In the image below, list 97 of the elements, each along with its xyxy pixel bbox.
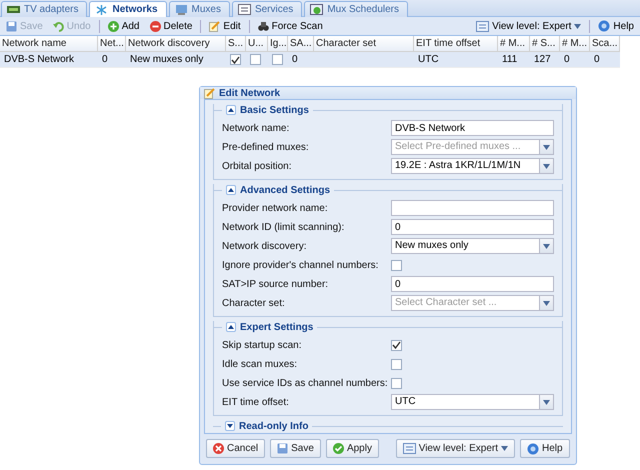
table-cell: 0 [98,52,126,68]
column-header[interactable]: # M... [498,36,530,52]
checkbox[interactable] [230,54,241,65]
column-header[interactable]: Network name [0,36,98,52]
field-label: Network ID (limit scanning): [222,222,344,232]
combo-box[interactable]: New muxes only [391,238,554,254]
view-level-button[interactable]: View level: Expert [396,439,515,458]
column-header[interactable]: Ig... [268,36,288,52]
column-header[interactable]: # M... [560,36,590,52]
tab[interactable]: Services [232,1,302,17]
toolbar-button[interactable]: Edit [205,18,245,34]
help-button[interactable]: Help [594,18,638,34]
field-label: Skip startup scan: [222,340,302,350]
checkbox[interactable] [391,340,402,350]
list-view-icon [476,20,490,32]
caret-icon [543,144,550,150]
column-header[interactable]: # S... [530,36,560,52]
monitor-icon [174,4,188,15]
section-title: Read-only Info [239,420,308,432]
section-title: Basic Settings [240,104,309,116]
field-label: Network discovery: [222,240,306,252]
caret-icon [543,244,550,248]
field-label: Use service IDs as channel numbers: [222,378,388,388]
toolbar-button[interactable]: Delete [146,18,196,34]
field-label: Ignore provider's channel numbers: [222,260,378,270]
antenna-icon [95,4,108,15]
toggle-button[interactable] [226,105,236,115]
dialog-button[interactable]: Save [270,439,321,458]
checkbox[interactable] [250,54,261,65]
column-header[interactable]: Character set [314,36,414,52]
tab[interactable]: Networks [89,1,166,17]
dialog-title: Edit Network [219,88,280,98]
section-title: Advanced Settings [240,184,330,196]
text-field[interactable]: 0 [391,276,554,292]
text-field[interactable] [391,200,554,216]
help-button[interactable]: Help [520,439,570,458]
table-cell: 0 [560,52,590,68]
field-label: Pre-defined muxes: [222,142,309,152]
field-label: Character set: [222,298,285,308]
dialog-button[interactable]: Cancel [206,439,266,458]
field-label: Idle scan muxes: [222,358,298,370]
tab[interactable]: Muxes [168,1,230,17]
tv-card-icon [7,4,20,15]
column-header[interactable]: EIT time offset [414,36,498,52]
column-header[interactable]: Net... [98,36,126,52]
field-label: Network name: [222,122,290,134]
undo-icon [52,20,64,32]
tab[interactable]: TV adapters [1,1,88,17]
field-label: SAT>IP source number: [222,278,328,290]
column-header[interactable]: S... [226,36,246,52]
pencil-note-icon [209,20,220,32]
checkbox[interactable] [391,378,402,388]
table-cell: New muxes only [126,52,226,68]
add-icon [108,20,119,32]
pencil-note-icon [204,88,215,98]
view-level-button[interactable]: View level: Expert [472,18,586,34]
text-field[interactable]: DVB-S Network [391,120,554,136]
caret-icon [543,300,550,306]
column-header[interactable]: Sca... [590,36,620,52]
caret-icon [501,446,508,451]
table-cell: 0 [288,52,314,68]
toggle-button[interactable] [226,185,236,195]
table-cell: 127 [530,52,560,68]
section-title: Expert Settings [240,322,314,332]
text-field[interactable]: 0 [391,219,554,235]
table-cell: 111 [498,52,530,68]
table-cell: DVB-S Network [0,52,98,68]
delete-icon [150,20,160,32]
help-icon [598,20,610,32]
column-header[interactable]: SA... [288,36,314,52]
cancel-icon [213,443,224,454]
checkbox[interactable] [391,358,402,370]
binoculars-icon [258,20,269,32]
caret-icon [543,400,550,404]
dialog-button[interactable]: Apply [326,439,379,458]
combo-box[interactable]: UTC [391,394,554,410]
column-header[interactable]: Network discovery [126,36,226,52]
help-icon [527,442,539,454]
table-cell: UTC [414,52,498,68]
toolbar-button[interactable]: Add [104,18,144,34]
caret-icon [543,164,550,168]
field-label: EIT time offset: [222,396,289,408]
combo-box[interactable]: 19.2E : Astra 1KR/1L/1M/1N [391,158,554,174]
service-list-icon [238,4,251,15]
column-header[interactable]: U... [246,36,268,52]
tab[interactable]: Mux Schedulers [304,1,408,17]
checkbox[interactable] [272,54,283,65]
field-label: Orbital position: [222,160,292,172]
list-view-icon [402,443,416,454]
field-label: Provider network name: [222,202,328,214]
table-cell: 0 [590,52,620,68]
toggle-button[interactable] [226,322,236,332]
toggle-button[interactable] [225,421,235,431]
toolbar-button[interactable]: Force Scan [254,18,327,34]
apply-icon [332,443,344,454]
checkbox[interactable] [391,260,402,270]
caret-icon [574,24,582,28]
